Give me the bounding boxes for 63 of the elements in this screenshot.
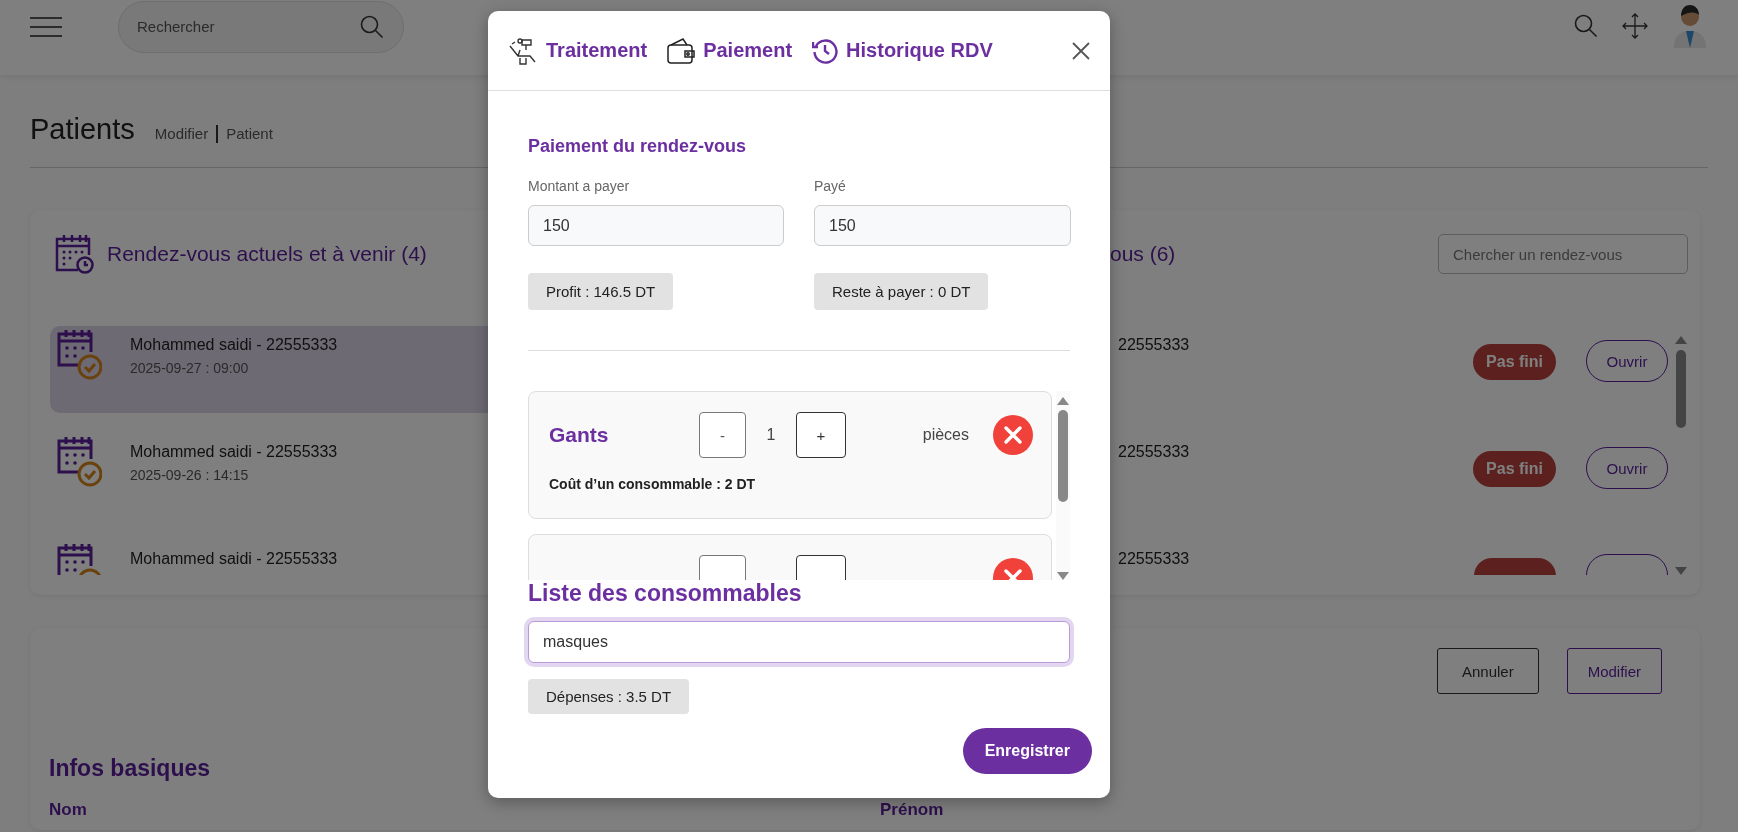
appointment-item[interactable]: Mohammed saidi - 22555333 2025-09-27 : 09:00 (50, 326, 488, 413)
patient-phone: 22555333 (1118, 335, 1190, 354)
close-icon[interactable] (1072, 41, 1090, 60)
move-icon[interactable] (1622, 12, 1648, 39)
tab[interactable]: Paiement (703, 39, 793, 62)
summary-label: Reste à payer : 0 DT (814, 273, 989, 310)
amount-field[interactable]: 150 (528, 205, 784, 246)
quantity-value: 1 (765, 426, 777, 444)
open-button[interactable]: Ouvrir (1586, 447, 1668, 489)
field-label: Montant a payer (528, 178, 630, 194)
tab[interactable]: Traitement (546, 39, 648, 62)
appointment-search-field[interactable]: Chercher un rendez-vous (1438, 234, 1688, 274)
breadcrumb-link[interactable]: Patient (226, 125, 273, 142)
patient-name: Mohammed saidi - 22555333 (130, 443, 338, 461)
status-badge: Pas fini (1473, 451, 1556, 487)
consumable-search-field[interactable]: masques (528, 621, 1070, 663)
scrollbar-thumb[interactable] (1058, 410, 1068, 502)
breadcrumb-link[interactable]: Modifier (154, 125, 209, 142)
history-icon (812, 37, 839, 64)
page-title: Patients (30, 113, 135, 146)
expenses-label: Dépenses : 3.5 DT (528, 679, 690, 714)
increment-button[interactable]: + (796, 412, 846, 458)
save-button[interactable]: Enregistrer (962, 728, 1092, 774)
calendar-clock-icon (54, 234, 94, 274)
scroll-up-arrow[interactable] (1057, 397, 1069, 405)
appointment-item[interactable]: Mohammed saidi - 22555333 (50, 540, 488, 575)
section-title: Liste des consommables (528, 580, 803, 607)
patient-name: Mohammed saidi - 22555333 (130, 550, 338, 568)
appointment-time: 2025-09-26 : 14:15 (130, 467, 250, 483)
tab[interactable]: Historique RDV (846, 39, 993, 62)
edit-button[interactable]: Modifier (1566, 648, 1662, 694)
open-button[interactable]: Ouvrir (1586, 340, 1668, 382)
scroll-down-arrow[interactable] (1057, 572, 1069, 580)
patient-phone: 22555333 (1118, 549, 1190, 568)
patient-name: Mohammed saidi - 22555333 (130, 336, 338, 354)
amount-field[interactable]: 150 (814, 205, 1071, 246)
section-title: Infos basiques (49, 755, 211, 782)
section-title: Paiement du rendez-vous (528, 136, 748, 157)
field-label: Payé (814, 178, 846, 194)
field-label: Nom (49, 800, 87, 819)
consumable-name: Gants (549, 423, 610, 447)
appointment-time: 2025-09-27 : 09:00 (130, 360, 250, 376)
field-label: Prénom (880, 800, 944, 819)
decrement-button[interactable]: - (699, 412, 746, 458)
chair-icon (508, 35, 538, 66)
patient-phone: 22555333 (1118, 442, 1190, 461)
search-field[interactable]: Rechercher (118, 0, 404, 53)
menu-icon[interactable] (30, 16, 62, 37)
unit-cost: Coût d’un consommable : 2 DT (549, 476, 757, 492)
appointment-item[interactable]: Mohammed saidi - 22555333 2025-09-26 : 14:15 (50, 433, 488, 520)
status-badge: Pas fini (1473, 344, 1556, 380)
search-icon[interactable] (1574, 13, 1598, 38)
section-title: Rendez-vous actuels et à venir (4) (107, 242, 427, 266)
avatar-icon[interactable] (1672, 3, 1708, 48)
remove-icon[interactable] (993, 415, 1033, 455)
scroll-down-arrow[interactable] (1675, 567, 1687, 575)
scroll-up-arrow[interactable] (1675, 336, 1687, 344)
scrollbar-thumb[interactable] (1676, 350, 1686, 428)
wallet-icon (667, 37, 696, 64)
summary-label: Profit : 146.5 DT (528, 273, 674, 310)
unit-label: pièces (922, 426, 969, 444)
section-title: ous (6) (1110, 242, 1176, 266)
cancel-button[interactable]: Annuler (1436, 648, 1539, 694)
